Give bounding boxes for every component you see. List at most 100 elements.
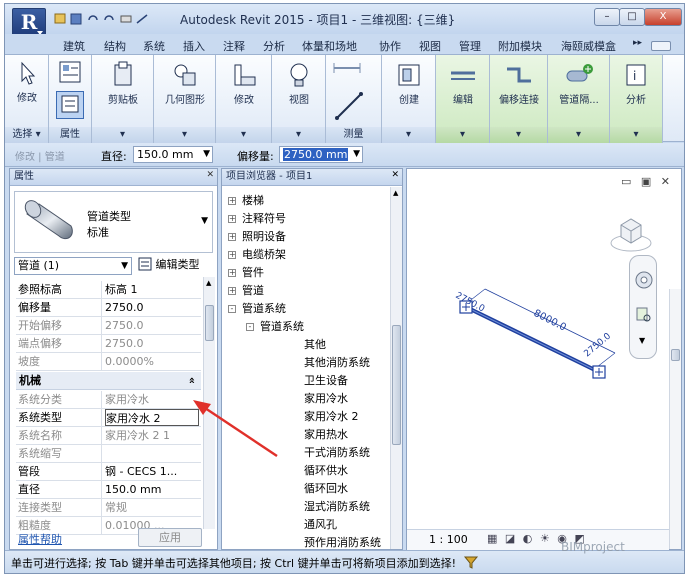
steering-wheel-icon[interactable]: [634, 270, 654, 290]
pipe-model[interactable]: 2750.0 8000.0 2750.0: [437, 269, 637, 389]
property-value[interactable]: 150.0 mm: [105, 481, 199, 498]
viewcube-icon[interactable]: [609, 213, 653, 253]
tree-item[interactable]: - 管道系统: [246, 319, 304, 335]
browser-scrollbar[interactable]: ▲: [390, 187, 402, 549]
tree-item[interactable]: 干式消防系统: [304, 445, 370, 461]
offset-connect-button[interactable]: 偏移连接: [492, 61, 546, 106]
minimize-button[interactable]: –: [594, 8, 620, 26]
tree-item[interactable]: + 照明设备: [228, 229, 286, 245]
property-row[interactable]: 直径 150.0 mm: [16, 481, 201, 499]
edit-dropdown[interactable]: ▾: [436, 127, 489, 143]
dimension-icon[interactable]: [334, 91, 364, 121]
clipboard-button[interactable]: 剪贴板: [100, 61, 146, 106]
tab-annotate[interactable]: 注释: [223, 38, 245, 54]
tab-manage[interactable]: 管理: [459, 38, 481, 54]
create-dropdown[interactable]: ▾: [382, 127, 435, 143]
filter-icon[interactable]: [463, 554, 479, 570]
property-row[interactable]: 连接类型 常规: [16, 499, 201, 517]
property-value[interactable]: 标高 1: [105, 281, 199, 298]
type-properties-button[interactable]: [56, 91, 84, 119]
property-row[interactable]: 系统缩写: [16, 445, 201, 463]
select-dropdown[interactable]: 选择 ▾: [5, 127, 48, 143]
modify-tools-button[interactable]: 修改: [224, 61, 264, 106]
scrollbar-thumb[interactable]: [671, 349, 680, 361]
tab-insert[interactable]: 插入: [183, 38, 205, 54]
instance-selector[interactable]: 管道 (1) ▼: [14, 257, 132, 275]
tree-item[interactable]: 其他: [304, 337, 326, 353]
property-row[interactable]: 管段钢 - CECS 1...: [16, 463, 201, 481]
geometry-dropdown[interactable]: ▾: [154, 127, 215, 143]
expand-icon[interactable]: +: [228, 269, 236, 277]
clipboard-dropdown[interactable]: ▾: [92, 127, 153, 143]
property-row[interactable]: 系统分类 家用冷水: [16, 391, 201, 409]
property-row[interactable]: 系统名称 家用冷水 2 1: [16, 427, 201, 445]
tab-architecture[interactable]: 建筑: [63, 38, 85, 54]
tab-systems[interactable]: 系统: [143, 38, 165, 54]
property-row[interactable]: 系统类型 家用冷水 2: [16, 409, 201, 427]
edit-button[interactable]: 编辑: [443, 61, 483, 106]
modify-dropdown[interactable]: ▾: [216, 127, 271, 143]
geometry-button[interactable]: 几何图形: [160, 61, 210, 106]
tree-item[interactable]: 通风孔: [304, 517, 337, 533]
view-scale[interactable]: 1 : 100: [429, 533, 468, 546]
property-row[interactable]: 端点偏移 2750.0: [16, 335, 201, 353]
expand-icon[interactable]: +: [228, 251, 236, 259]
property-value[interactable]: 2750.0: [105, 299, 199, 316]
tree-item[interactable]: 家用冷水 2: [304, 409, 359, 425]
type-selector[interactable]: 管道类型 标准 ▼: [14, 191, 213, 253]
properties-button[interactable]: [56, 59, 84, 87]
analysis-button[interactable]: i 分析: [616, 61, 656, 106]
scroll-up-icon[interactable]: ▲: [393, 189, 398, 197]
property-row[interactable]: 偏移量 2750.0: [16, 299, 201, 317]
tree-item[interactable]: - 管道系统: [228, 301, 286, 317]
tree-item[interactable]: + 管件: [228, 265, 264, 281]
tree-item[interactable]: 家用冷水: [304, 391, 348, 407]
tree-item[interactable]: 其他消防系统: [304, 355, 370, 371]
collapse-icon[interactable]: -: [246, 323, 254, 331]
expand-icon[interactable]: +: [228, 287, 236, 295]
3d-viewport[interactable]: ▭ ▣ ✕ ▼ 2750.0 8000.0 2750.0 1: 100 ▦ ◪…: [406, 168, 682, 550]
tab-massing-site[interactable]: 体量和场地: [302, 38, 357, 54]
scrollbar-thumb[interactable]: [205, 305, 214, 341]
maximize-button[interactable]: □: [619, 8, 645, 26]
diameter-select[interactable]: 150.0 mm ▼: [133, 146, 213, 163]
ribbon-minimize-button[interactable]: [651, 41, 671, 51]
view-window-controls[interactable]: ▭ ▣ ✕: [621, 175, 673, 188]
properties-help-link[interactable]: 属性帮助: [18, 531, 62, 547]
chevron-down-icon[interactable]: ▼: [639, 336, 645, 345]
tree-item[interactable]: + 楼梯: [228, 193, 264, 209]
view-button[interactable]: 视图: [279, 61, 319, 106]
tab-extension[interactable]: 海颐威模盒: [561, 38, 616, 54]
viewport-scrollbar[interactable]: [669, 289, 681, 549]
apply-button[interactable]: 应用: [138, 528, 202, 547]
offset-input[interactable]: 2750.0 mm ▼: [279, 146, 363, 163]
tree-item[interactable]: 家用热水: [304, 427, 348, 443]
pipe-insulation-button[interactable]: 管道隔...: [551, 61, 607, 106]
expand-icon[interactable]: +: [228, 215, 236, 223]
expand-icon[interactable]: +: [228, 197, 236, 205]
view-dropdown[interactable]: ▾: [272, 127, 325, 143]
tree-item[interactable]: 卫生设备: [304, 373, 348, 389]
tab-view[interactable]: 视图: [419, 38, 441, 54]
tree-item[interactable]: + 管道: [228, 283, 264, 299]
tab-overflow-button[interactable]: ▸▸: [633, 38, 642, 48]
expand-icon[interactable]: +: [228, 233, 236, 241]
edit-type-button[interactable]: 编辑类型: [138, 257, 200, 275]
close-icon[interactable]: ✕: [206, 170, 214, 180]
modify-button[interactable]: 修改: [9, 61, 45, 104]
zoom-icon[interactable]: [635, 306, 653, 324]
close-icon[interactable]: ✕: [391, 170, 399, 180]
offset-dropdown[interactable]: ▾: [490, 127, 547, 143]
collapse-icon[interactable]: -: [228, 305, 236, 313]
property-value[interactable]: 钢 - CECS 1...: [105, 463, 199, 480]
tab-structure[interactable]: 结构: [104, 38, 126, 54]
tree-item[interactable]: 湿式消防系统: [304, 499, 370, 515]
tree-item[interactable]: 循环供水: [304, 463, 348, 479]
property-row[interactable]: 参照标高 标高 1: [16, 281, 201, 299]
tree-item[interactable]: 循环回水: [304, 481, 348, 497]
section-header-mechanical[interactable]: 机械 »: [16, 372, 201, 390]
analysis-dropdown[interactable]: ▾: [610, 127, 662, 143]
property-row[interactable]: 开始偏移 2750.0: [16, 317, 201, 335]
measure-distance-icon[interactable]: [332, 61, 362, 75]
tab-addins[interactable]: 附加模块: [498, 38, 542, 54]
